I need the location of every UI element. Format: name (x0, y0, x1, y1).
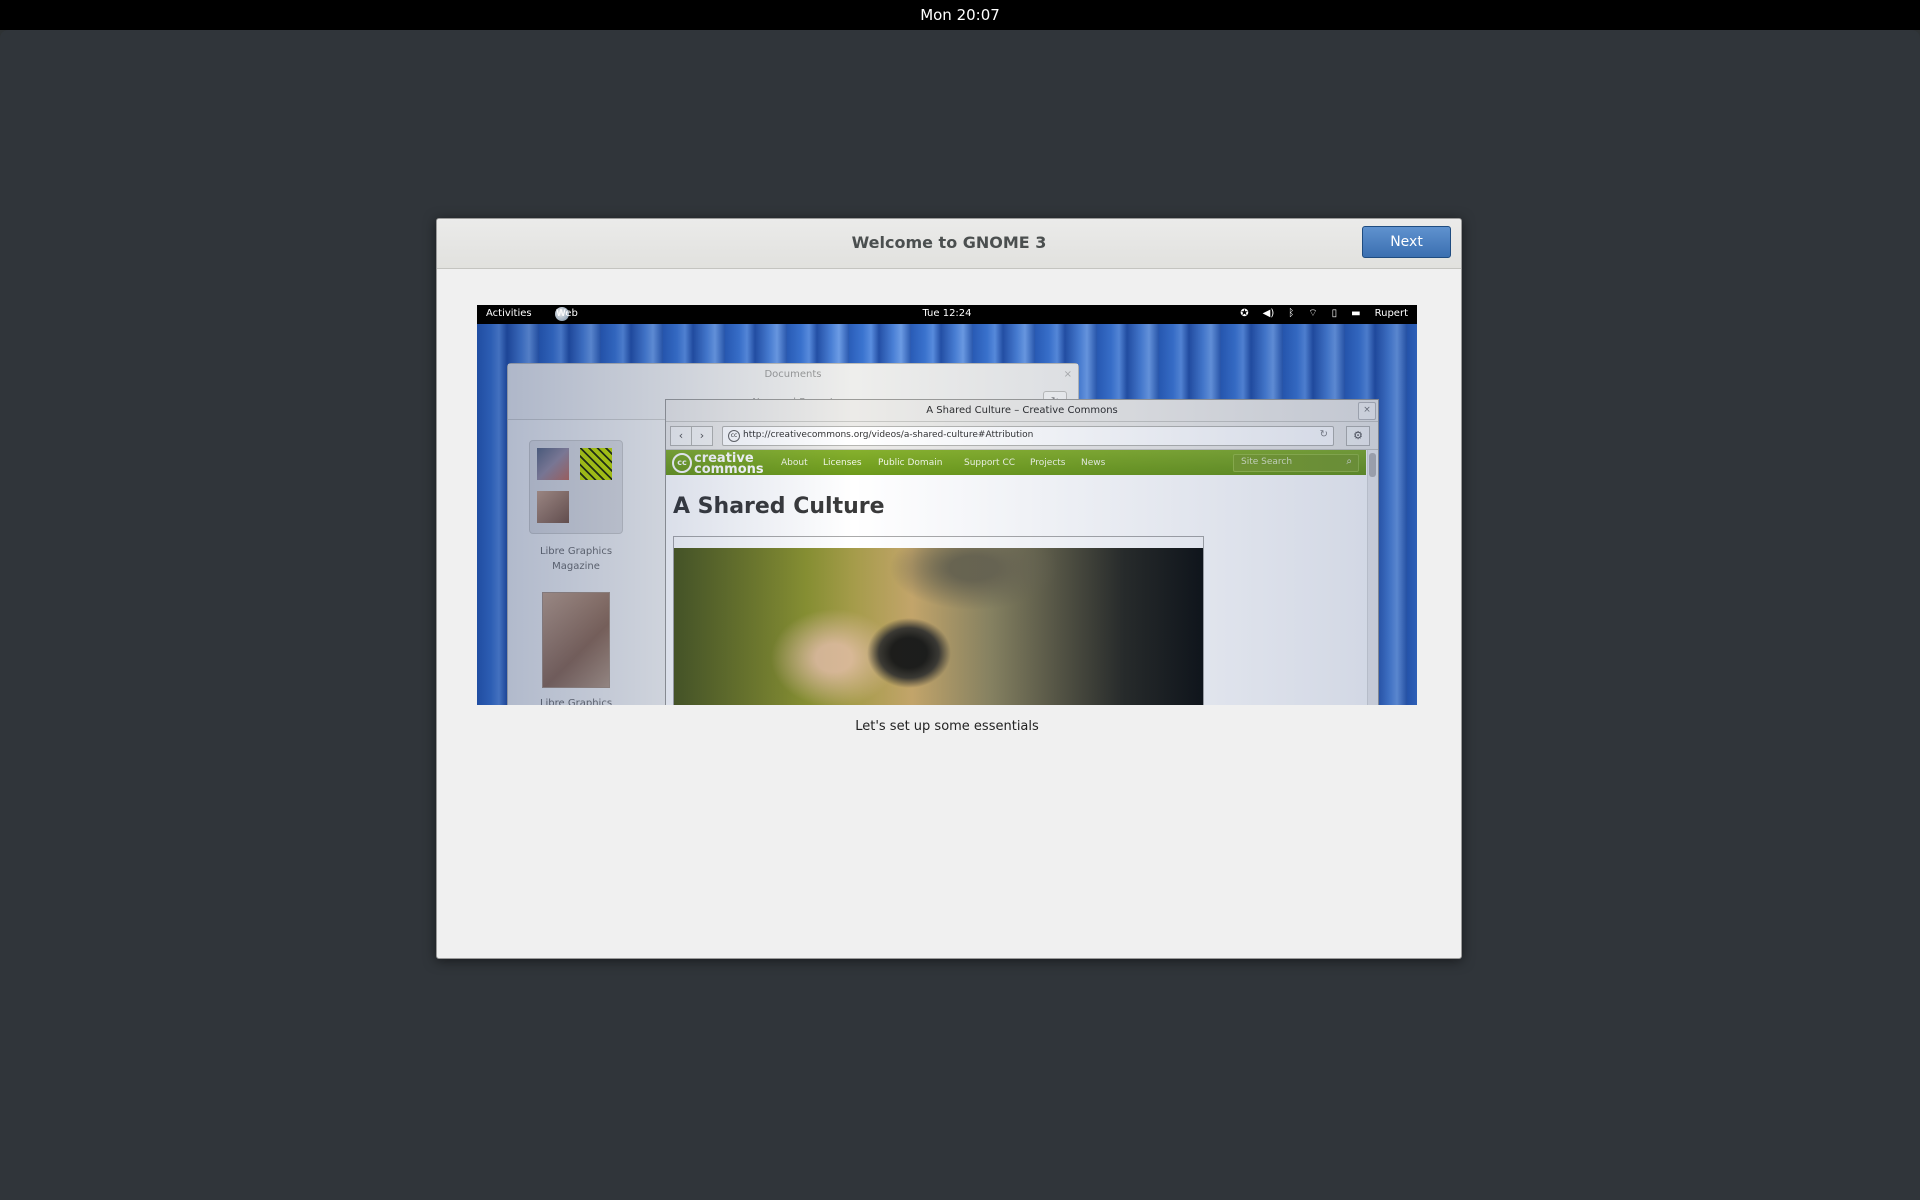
logo-line1: creative (694, 451, 754, 466)
mini-cover (580, 448, 612, 480)
browser-scrollbar (1367, 450, 1378, 705)
cc-nav-public-domain: Public Domain (878, 458, 943, 468)
scrollbar-thumb (1369, 453, 1376, 477)
preview-wallpaper: Documents × New and Recent ↻ Libre Graph… (477, 324, 1417, 705)
document-thumbnail (529, 440, 623, 534)
top-bar-clock[interactable]: Mon 20:07 (0, 6, 1920, 24)
accessibility-icon: ✪ (1240, 308, 1249, 319)
document-item: Libre Graphics Magazine 1.1 (521, 592, 631, 705)
search-icon: ⌕ (1346, 456, 1352, 467)
close-icon: × (1063, 369, 1072, 380)
bluetooth-icon: ᛒ (1288, 308, 1295, 319)
logo-line2: commons (694, 462, 764, 477)
video-still-camera-photographer (674, 548, 1203, 705)
cc-nav-news: News (1081, 458, 1106, 468)
cc-logo-mark: cc (672, 453, 692, 473)
documents-title: Documents (764, 369, 822, 380)
cc-nav-licenses: Licenses (823, 458, 862, 468)
browser-titlebar: A Shared Culture – Creative Commons × (666, 400, 1378, 422)
site-icon: cc (728, 430, 740, 442)
battery-icon: ▯ (1331, 308, 1338, 319)
mini-cover (537, 491, 569, 523)
gnome-preview-image: Activities Web Tue 12:24 ✪ ◀) ᛒ ⌔ ▯ ▬ Ru… (477, 305, 1417, 705)
document-label: Libre Graphics Magazine (539, 546, 613, 572)
next-button[interactable]: Next (1362, 226, 1451, 258)
browser-toolbar: ‹ › cc http://creativecommons.org/videos… (666, 422, 1378, 450)
dialog-caption: Let's set up some essentials (855, 719, 1039, 734)
browser-title: A Shared Culture – Creative Commons (926, 405, 1118, 416)
reload-icon: ↻ (1319, 429, 1328, 440)
gear-icon: ⚙ (1346, 426, 1370, 446)
preview-top-bar: Activities Web Tue 12:24 ✪ ◀) ᛒ ⌔ ▯ ▬ Ru… (477, 305, 1417, 324)
cc-nav-about: About (781, 458, 808, 468)
refresh-icon: ↻ (1043, 391, 1067, 413)
document-label: Libre Graphics Magazine 1.1 (539, 698, 613, 705)
mini-cover (537, 448, 569, 480)
back-icon: ‹ (670, 426, 692, 446)
cc-site-search: Site Search ⌕ (1233, 454, 1359, 472)
documents-subtitle: New and Recent (752, 397, 834, 408)
url-bar: cc http://creativecommons.org/videos/a-s… (722, 426, 1334, 446)
browser-window: A Shared Culture – Creative Commons × ‹ … (665, 399, 1379, 705)
url-text: http://creativecommons.org/videos/a-shar… (743, 430, 1034, 440)
close-icon: × (1358, 402, 1376, 420)
documents-header: Documents × New and Recent ↻ (508, 364, 1078, 420)
video-frame (673, 536, 1204, 705)
welcome-dialog: Welcome to GNOME 3 Next Activities Web T… (436, 218, 1462, 959)
wifi-icon: ⌔ (1308, 308, 1318, 319)
cc-nav-projects: Projects (1030, 458, 1066, 468)
documents-window: Documents × New and Recent ↻ Libre Graph… (507, 363, 1079, 705)
document-item: Libre Graphics Magazine (521, 440, 631, 574)
cc-navbar: cc creative commons About Licenses Publi… (666, 450, 1366, 477)
page-heading: A Shared Culture (673, 494, 885, 519)
top-bar: Mon 20:07 (0, 0, 1920, 30)
dialog-title: Welcome to GNOME 3 (851, 233, 1047, 252)
search-placeholder: Site Search (1241, 457, 1293, 467)
preview-user: Rupert (1374, 308, 1408, 319)
preview-tray: ✪ ◀) ᛒ ⌔ ▯ ▬ Rupert (1240, 307, 1408, 320)
document-thumbnail (542, 592, 610, 688)
volume-icon: ◀) (1262, 308, 1275, 319)
cc-logo: cc creative commons (672, 451, 764, 477)
forward-icon: › (691, 426, 713, 446)
cc-nav-support: Support CC (964, 458, 1016, 468)
dialog-header: Welcome to GNOME 3 Next (437, 219, 1461, 269)
chat-icon: ▬ (1351, 308, 1361, 319)
